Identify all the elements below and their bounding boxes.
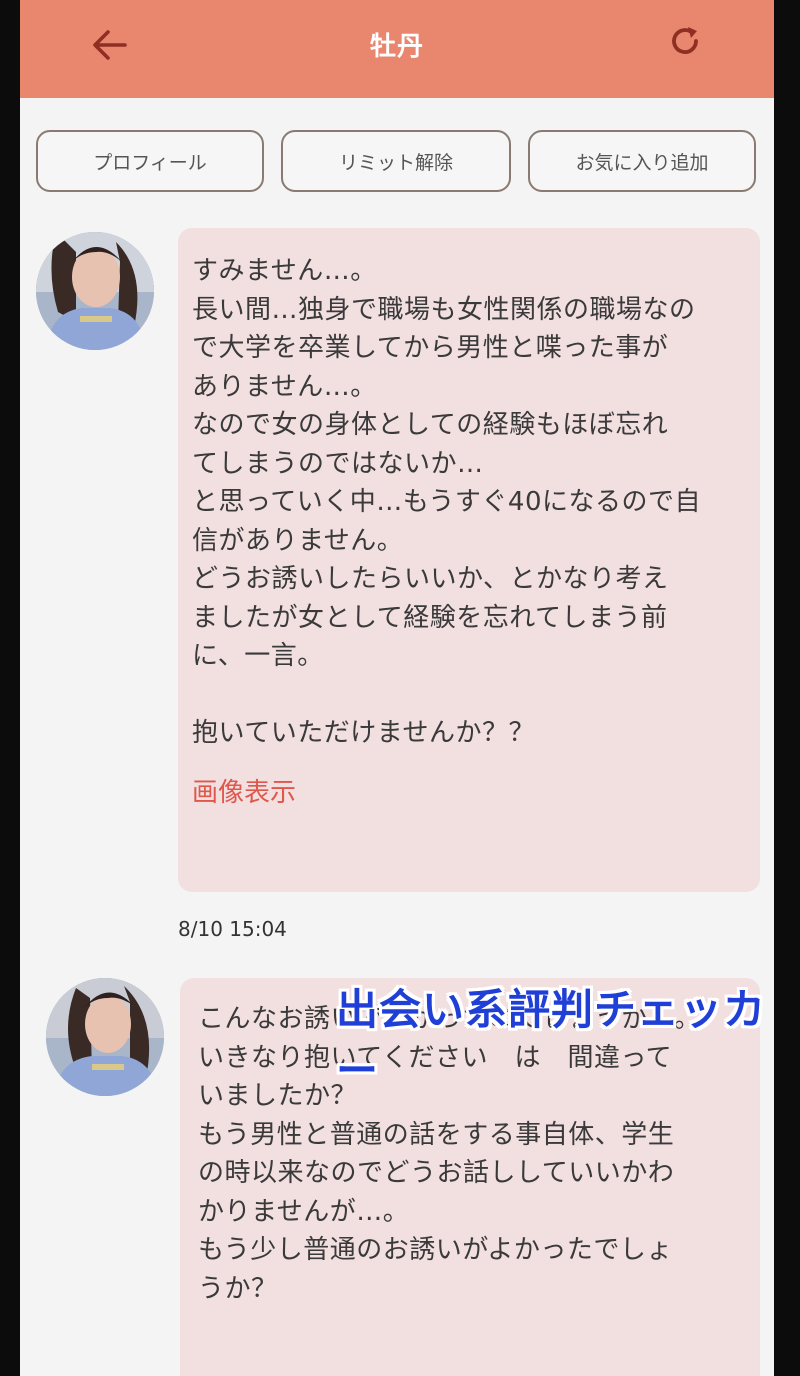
- reload-button[interactable]: [660, 16, 710, 66]
- avatar[interactable]: [46, 978, 164, 1096]
- add-favorite-button[interactable]: お気に入り追加: [528, 130, 756, 192]
- message-timestamp: 8/10 15:04: [178, 917, 287, 941]
- message-text: すみません…。 長い間…独身で職場も女性関係の職場なの で大学を卒業してから男性…: [192, 256, 702, 671]
- show-image-link[interactable]: 画像表示: [192, 772, 296, 809]
- avatar[interactable]: [36, 232, 154, 350]
- message-bubble: すみません…。 長い間…独身で職場も女性関係の職場なの で大学を卒業してから男性…: [178, 228, 760, 892]
- refresh-icon: [672, 27, 698, 54]
- action-buttons: プロフィール リミット解除 お気に入り追加: [20, 130, 774, 200]
- profile-button[interactable]: プロフィール: [36, 130, 264, 192]
- message-question: 抱いていただけませんか？？: [192, 717, 535, 748]
- chat-screen: 牡丹 プロフィール リミット解除 お気に入り追加 すみません…。 長い間…独身で…: [20, 0, 774, 1376]
- watermark: 出会い系評判チェッカー: [336, 985, 767, 1095]
- limit-release-button[interactable]: リミット解除: [281, 130, 511, 192]
- profile-photo: [46, 978, 164, 1096]
- app-bar: 牡丹: [20, 0, 774, 98]
- profile-photo: [36, 232, 154, 350]
